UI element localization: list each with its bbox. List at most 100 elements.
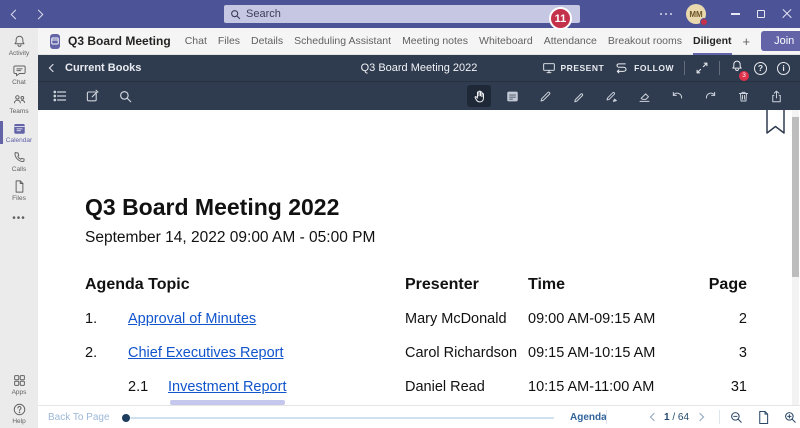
tab-files[interactable]: Files [218, 28, 240, 55]
back-label: Current Books [65, 62, 141, 74]
signature-pen-tool[interactable] [599, 85, 623, 107]
back-icon[interactable] [11, 9, 21, 19]
hand-pan-tool[interactable] [467, 85, 491, 107]
sidebar-item-label: Files [12, 195, 26, 202]
help-circle-icon[interactable]: ? [754, 62, 767, 75]
tab-scheduling-assistant[interactable]: Scheduling Assistant [294, 28, 391, 55]
pen-tool-1[interactable] [533, 85, 557, 107]
delete-annotation-button[interactable] [731, 85, 755, 107]
avatar[interactable]: MM [686, 4, 706, 24]
notification-count-badge: 11 [549, 7, 572, 30]
sidebar-item-label: Chat [12, 79, 26, 86]
page-separator: / [672, 412, 675, 423]
zoom-in-button[interactable] [783, 410, 798, 428]
sidebar-item-activity[interactable]: Activity [0, 31, 38, 60]
pen-signature-icon [604, 89, 619, 104]
toc-list-icon[interactable] [52, 88, 68, 104]
page-slider-handle[interactable] [122, 414, 130, 422]
teams-window: Search MM 11 Activity Chat Teams [0, 0, 800, 428]
join-button[interactable]: Join [761, 31, 800, 51]
phone-icon [12, 150, 27, 165]
tab-attendance[interactable]: Attendance [544, 28, 597, 55]
present-screen-icon [542, 62, 556, 74]
sidebar-item-apps[interactable]: Apps [0, 370, 38, 399]
bookmark-icon[interactable] [765, 110, 786, 141]
add-tab-button[interactable]: + [743, 28, 751, 55]
fullscreen-icon[interactable] [695, 61, 709, 75]
agenda-topic-link[interactable]: Approval of Minutes [128, 311, 256, 327]
fit-page-button[interactable] [757, 410, 770, 428]
section-label[interactable]: Agenda [570, 412, 607, 423]
info-circle-icon[interactable]: i [777, 62, 790, 75]
note-icon [505, 89, 520, 104]
row-page: 31 [677, 379, 747, 395]
agenda-page-title: Q3 Board Meeting 2022 [85, 194, 339, 221]
compose-icon[interactable] [85, 88, 101, 104]
maximize-button[interactable] [748, 0, 774, 28]
note-annotation-tool[interactable] [500, 85, 524, 107]
eraser-tool[interactable] [632, 85, 656, 107]
row-presenter: Daniel Read [405, 379, 485, 395]
share-export-icon [769, 89, 784, 104]
sidebar-item-files[interactable]: Files [0, 176, 38, 205]
meeting-tab-bar: Q3 Board Meeting Chat Files Details Sche… [38, 28, 800, 55]
tab-diligent[interactable]: Diligent [693, 28, 732, 55]
meeting-title: Q3 Board Meeting [68, 34, 171, 48]
sidebar-item-label: Calls [12, 166, 26, 173]
undo-button[interactable] [665, 85, 689, 107]
notifications-button[interactable]: 3 [730, 59, 744, 78]
more-options-icon[interactable] [660, 13, 673, 16]
previous-page-icon[interactable] [650, 413, 658, 421]
present-label: PRESENT [561, 63, 605, 73]
tab-details[interactable]: Details [251, 28, 283, 55]
tab-whiteboard[interactable]: Whiteboard [479, 28, 533, 55]
close-window-button[interactable] [774, 0, 800, 28]
tab-breakout-rooms[interactable]: Breakout rooms [608, 28, 682, 55]
pen-icon [571, 89, 586, 104]
search-document-icon[interactable] [118, 89, 133, 104]
agenda-topic-link[interactable]: Investment Report [168, 379, 286, 395]
sidebar-more-icon[interactable]: ••• [0, 205, 38, 231]
pen-icon [538, 89, 553, 104]
annotation-toolbar [38, 82, 800, 110]
apps-grid-icon [12, 373, 27, 388]
app-rail: Activity Chat Teams Calendar Calls Files… [0, 28, 38, 428]
eraser-icon [637, 89, 652, 104]
zoom-out-button[interactable] [729, 410, 744, 428]
next-page-icon[interactable] [696, 413, 704, 421]
vertical-scrollbar-thumb[interactable] [792, 117, 799, 277]
pen-tool-2[interactable] [566, 85, 590, 107]
back-to-page-button[interactable]: Back To Page [48, 412, 110, 423]
sidebar-item-label: Calendar [6, 137, 32, 144]
chat-icon [12, 63, 27, 78]
bell-badge: 3 [739, 71, 749, 81]
agenda-topic-link[interactable]: Chief Executives Report [128, 345, 284, 361]
viewer-header: Current Books Q3 Board Meeting 2022 PRES… [38, 55, 800, 82]
export-share-button[interactable] [764, 85, 788, 107]
follow-button[interactable]: FOLLOW [614, 62, 674, 74]
tab-chat[interactable]: Chat [185, 28, 207, 55]
row-time: 09:00 AM-09:15 AM [528, 311, 655, 327]
history-nav [12, 0, 42, 28]
page-slider-track[interactable] [130, 417, 554, 419]
redo-button[interactable] [698, 85, 722, 107]
presence-busy-icon [700, 18, 708, 26]
present-button[interactable]: PRESENT [542, 62, 605, 74]
sidebar-item-calls[interactable]: Calls [0, 147, 38, 176]
divider [684, 61, 685, 75]
minimize-button[interactable] [722, 0, 748, 28]
row-number: 2.1 [128, 379, 148, 395]
close-icon [782, 9, 792, 19]
sidebar-item-chat[interactable]: Chat [0, 60, 38, 89]
tab-meeting-notes[interactable]: Meeting notes [402, 28, 468, 55]
row-time: 10:15 AM-11:00 AM [528, 379, 654, 395]
agenda-row: 1. Approval of Minutes Mary McDonald 09:… [38, 311, 800, 331]
window-titlebar: Search MM [0, 0, 800, 28]
back-to-current-books[interactable]: Current Books [50, 62, 141, 74]
sidebar-item-calendar[interactable]: Calendar [0, 118, 38, 147]
page-indicator: 1 / 64 [664, 412, 689, 423]
sidebar-item-teams[interactable]: Teams [0, 89, 38, 118]
sidebar-item-help[interactable]: Help [0, 399, 38, 428]
forward-icon[interactable] [34, 9, 44, 19]
search-input[interactable]: Search [224, 5, 580, 23]
